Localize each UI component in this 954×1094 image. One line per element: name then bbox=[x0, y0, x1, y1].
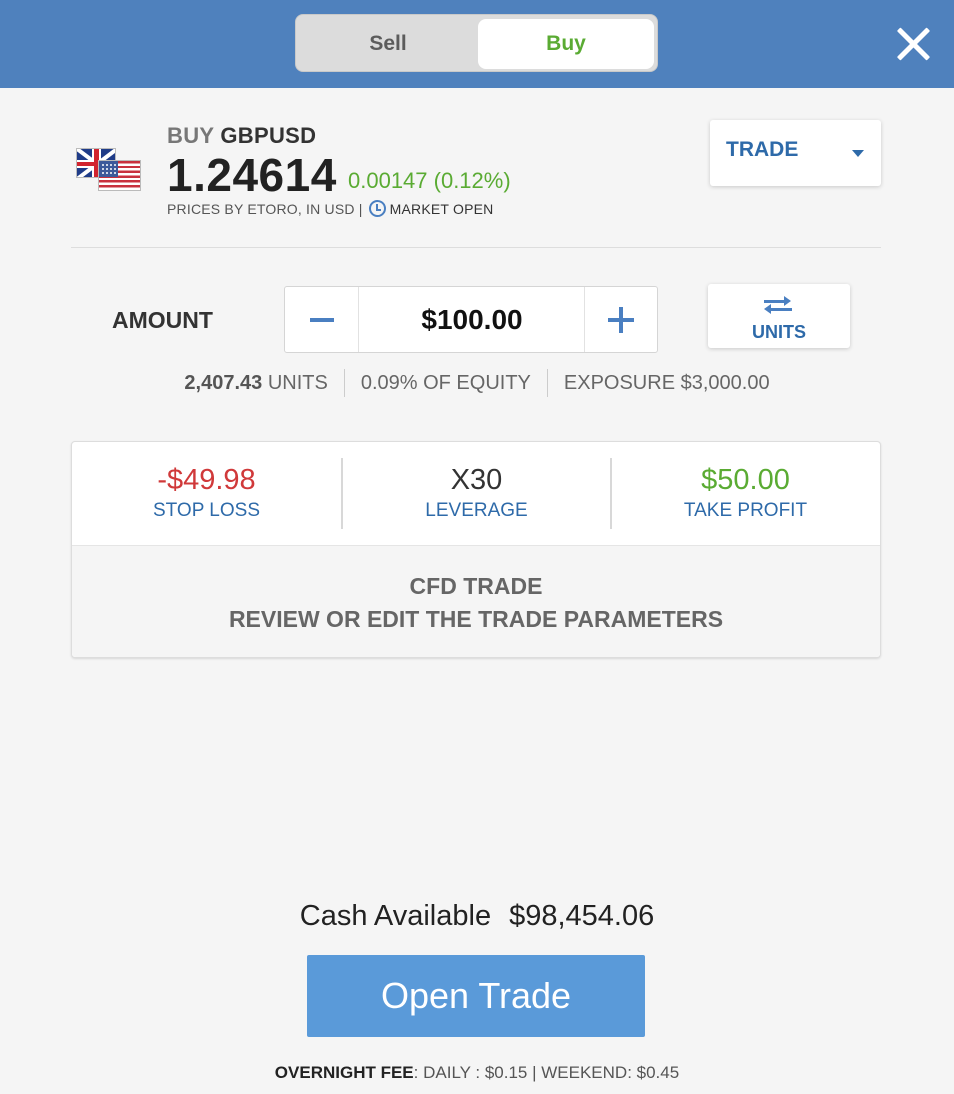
leverage-control[interactable]: X30 LEVERAGE bbox=[342, 442, 611, 545]
amount-label: AMOUNT bbox=[112, 307, 213, 333]
cash-value: $98,454.06 bbox=[509, 900, 655, 932]
units-info: 2,407.43 UNITS bbox=[168, 372, 343, 395]
units-value: 2,407.43 bbox=[184, 371, 263, 394]
equity-info: 0.09% OF EQUITY bbox=[360, 371, 531, 394]
stop-loss-control[interactable]: -$49.98 STOP LOSS bbox=[72, 442, 341, 545]
market-status: MARKET OPEN bbox=[389, 200, 494, 217]
units-toggle-button[interactable]: UNITS bbox=[708, 284, 850, 348]
leverage-value: X30 bbox=[450, 464, 503, 496]
caret-down-icon bbox=[852, 150, 864, 157]
us-flag-icon bbox=[98, 160, 141, 191]
fee-label: OVERNIGHT FEE bbox=[274, 1063, 414, 1082]
increase-amount-button[interactable] bbox=[584, 287, 657, 352]
leverage-label: LEVERAGE bbox=[425, 500, 528, 521]
sell-tab[interactable]: Sell bbox=[300, 19, 476, 69]
trade-type-dropdown[interactable]: TRADE bbox=[710, 120, 881, 186]
stop-loss-value: -$49.98 bbox=[157, 464, 256, 496]
amount-input[interactable]: $100.00 bbox=[360, 287, 584, 352]
decrease-amount-button[interactable] bbox=[285, 287, 359, 352]
trade-action: BUY bbox=[167, 123, 214, 148]
units-button-label: UNITS bbox=[752, 322, 806, 342]
units-label: UNITS bbox=[267, 371, 328, 394]
exposure-info: EXPOSURE $3,000.00 bbox=[563, 371, 770, 394]
cash-label: Cash Available bbox=[299, 900, 492, 932]
header-bar: Sell Buy bbox=[0, 0, 954, 88]
take-profit-value: $50.00 bbox=[701, 464, 790, 496]
amount-stepper: $100.00 bbox=[284, 286, 658, 353]
fee-details: : DAILY : $0.15 | WEEKEND: $0.45 bbox=[413, 1063, 680, 1082]
take-profit-control[interactable]: $50.00 TAKE PROFIT bbox=[611, 442, 880, 545]
open-trade-button[interactable]: Open Trade bbox=[307, 955, 645, 1037]
instrument-price: 1.24614 bbox=[167, 149, 337, 201]
amount-info: 2,407.43 UNITS 0.09% OF EQUITY EXPOSURE … bbox=[0, 368, 954, 398]
prices-by-text: PRICES BY ETORO, IN USD | bbox=[167, 200, 363, 217]
buy-tab[interactable]: Buy bbox=[478, 19, 654, 69]
trade-parameters-panel: -$49.98 STOP LOSS X30 LEVERAGE $50.00 TA… bbox=[71, 441, 881, 658]
swap-icon bbox=[764, 296, 792, 314]
cfd-notice: CFD TRADE REVIEW OR EDIT THE TRADE PARAM… bbox=[72, 545, 880, 657]
cfd-subtitle: REVIEW OR EDIT THE TRADE PARAMETERS bbox=[228, 606, 724, 632]
overnight-fee: OVERNIGHT FEE: DAILY : $0.15 | WEEKEND: … bbox=[0, 1063, 954, 1083]
close-icon[interactable] bbox=[893, 24, 933, 64]
price-change: 0.00147 (0.12%) bbox=[348, 168, 511, 193]
price-source: PRICES BY ETORO, IN USD | MARKET OPEN bbox=[167, 200, 493, 217]
trade-type-selected: TRADE bbox=[726, 138, 799, 161]
cash-available: Cash Available $98,454.06 bbox=[0, 900, 954, 933]
instrument-symbol: GBPUSD bbox=[220, 123, 317, 148]
sell-buy-toggle: Sell Buy bbox=[295, 14, 658, 72]
divider bbox=[71, 247, 881, 248]
gbp-usd-flags-icon bbox=[76, 148, 142, 194]
cfd-title: CFD TRADE bbox=[409, 573, 543, 599]
clock-icon bbox=[368, 200, 386, 217]
take-profit-label: TAKE PROFIT bbox=[683, 500, 808, 521]
instrument-title: BUY GBPUSD bbox=[167, 123, 316, 149]
stop-loss-label: STOP LOSS bbox=[152, 500, 260, 521]
